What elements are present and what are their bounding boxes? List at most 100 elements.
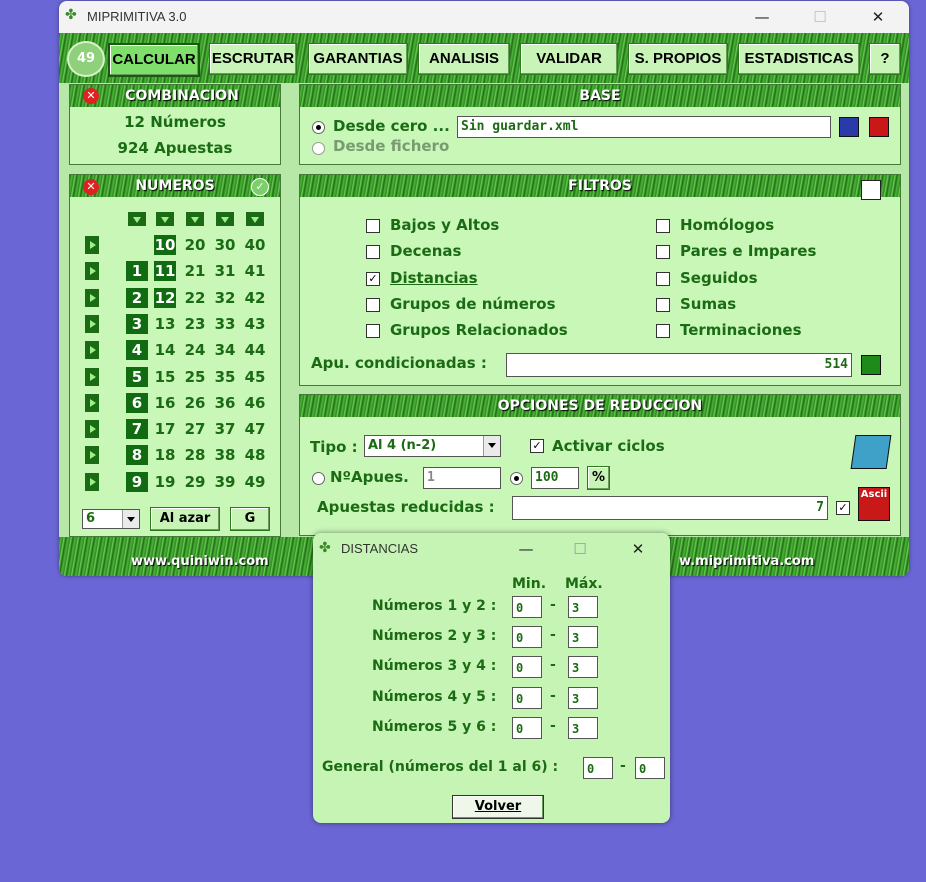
nav-validar[interactable]: VALIDAR <box>520 43 618 75</box>
number-cell[interactable]: 18 <box>152 445 178 465</box>
clear-combinacion-icon[interactable]: ✕ <box>83 88 99 104</box>
number-cell[interactable]: 12 <box>154 287 176 308</box>
number-cell[interactable]: 28 <box>182 445 208 465</box>
number-cell[interactable]: 26 <box>182 393 208 413</box>
distancia-min-input[interactable]: 0 <box>512 686 542 709</box>
filtro-checkbox[interactable] <box>656 297 670 312</box>
number-cell[interactable]: 46 <box>242 393 268 413</box>
number-cell[interactable]: 2 <box>126 287 148 308</box>
column-select-icon[interactable] <box>186 212 204 226</box>
number-cell[interactable]: 29 <box>182 472 208 492</box>
clear-numeros-icon[interactable]: ✕ <box>83 179 99 195</box>
distancia-max-input[interactable]: 3 <box>568 596 598 618</box>
save-disk-icon[interactable] <box>839 117 859 137</box>
row-select-icon[interactable] <box>85 472 99 491</box>
row-select-icon[interactable] <box>85 236 99 254</box>
number-cell[interactable]: 9 <box>126 471 148 492</box>
number-cell[interactable]: 21 <box>182 261 208 281</box>
nav-estadisticas[interactable]: ESTADISTICAS <box>738 43 860 75</box>
napues-input[interactable]: 1 <box>423 467 501 489</box>
number-cell[interactable]: 43 <box>242 314 268 334</box>
number-cell[interactable]: 39 <box>212 472 238 492</box>
number-cell[interactable]: 5 <box>126 366 148 387</box>
distancia-max-input[interactable]: 3 <box>568 626 598 649</box>
filtro-checkbox[interactable] <box>656 245 670 260</box>
row-select-icon[interactable] <box>85 341 99 360</box>
filtro-checkbox[interactable] <box>366 324 380 339</box>
number-cell[interactable]: 44 <box>242 340 268 360</box>
distancia-min-input[interactable]: 0 <box>512 716 542 739</box>
number-cell[interactable]: 11 <box>154 261 176 282</box>
number-cell[interactable]: 40 <box>242 235 268 255</box>
number-cell[interactable]: 31 <box>212 261 238 281</box>
volver-button[interactable]: Volver <box>452 795 544 819</box>
miprimitiva-link[interactable]: w.miprimitiva.com <box>679 554 814 569</box>
nav-calcular[interactable]: CALCULAR <box>108 43 200 77</box>
number-cell[interactable]: 37 <box>212 419 238 439</box>
dialog-close-button[interactable]: ✕ <box>615 533 661 565</box>
quiniwin-link[interactable]: www.quiniwin.com <box>131 554 269 569</box>
number-cell[interactable]: 45 <box>242 367 268 387</box>
number-cell[interactable]: 34 <box>212 340 238 360</box>
activar-ciclos-checkbox[interactable]: ✓ <box>530 439 544 453</box>
filtro-label[interactable]: Terminaciones <box>680 321 802 339</box>
filtro-label[interactable]: Decenas <box>390 242 461 260</box>
number-cell[interactable]: 35 <box>212 367 238 387</box>
number-cell[interactable]: 42 <box>242 288 268 308</box>
minimize-button[interactable]: — <box>739 1 785 33</box>
number-cell[interactable]: 47 <box>242 419 268 439</box>
notepad-icon[interactable] <box>850 435 892 469</box>
number-cell[interactable]: 15 <box>152 367 178 387</box>
filtro-checkbox[interactable] <box>366 245 380 260</box>
nav-garantias[interactable]: GARANTIAS <box>308 43 408 75</box>
column-select-icon[interactable] <box>246 212 264 226</box>
number-cell[interactable]: 19 <box>152 472 178 492</box>
number-cell[interactable]: 14 <box>152 340 178 360</box>
filtro-label[interactable]: Grupos de números <box>390 295 556 313</box>
filtro-checkbox[interactable]: ✓ <box>366 271 380 286</box>
select-all-check-icon[interactable]: ✓ <box>251 178 269 196</box>
reducidas-checkbox[interactable]: ✓ <box>836 501 850 515</box>
percent-button[interactable]: % <box>587 466 610 490</box>
number-cell[interactable]: 49 <box>242 472 268 492</box>
number-cell[interactable]: 25 <box>182 367 208 387</box>
number-cell[interactable]: 17 <box>152 419 178 439</box>
desde-cero-radio[interactable] <box>312 121 325 134</box>
filtro-label[interactable]: Homólogos <box>680 216 774 234</box>
number-cell[interactable]: 32 <box>212 288 238 308</box>
number-cell[interactable]: 22 <box>182 288 208 308</box>
number-cell[interactable]: 24 <box>182 340 208 360</box>
nav-help[interactable]: ? <box>869 43 901 75</box>
number-cell[interactable]: 13 <box>152 314 178 334</box>
general-max-input[interactable]: 0 <box>635 757 665 779</box>
number-cell[interactable]: 6 <box>126 392 148 413</box>
number-cell[interactable]: 4 <box>126 340 148 361</box>
filtro-checkbox[interactable] <box>656 271 670 286</box>
filtro-checkbox[interactable] <box>656 324 670 339</box>
number-cell[interactable]: 33 <box>212 314 238 334</box>
row-select-icon[interactable] <box>85 314 99 333</box>
filtro-checkbox[interactable] <box>366 297 380 312</box>
filtro-label[interactable]: Pares e Impares <box>680 242 816 260</box>
number-cell[interactable]: 7 <box>126 419 148 440</box>
distancia-max-input[interactable]: 3 <box>568 686 598 709</box>
number-cell[interactable]: 30 <box>212 235 238 255</box>
number-cell[interactable]: 16 <box>152 393 178 413</box>
row-select-icon[interactable] <box>85 262 99 281</box>
filtro-checkbox[interactable] <box>656 219 670 233</box>
nav-escrutar[interactable]: ESCRUTAR <box>209 43 297 75</box>
row-select-icon[interactable] <box>85 393 99 412</box>
napues-radio[interactable] <box>312 472 325 485</box>
general-min-input[interactable]: 0 <box>583 757 613 779</box>
number-cell[interactable]: 10 <box>154 235 176 255</box>
nav-analisis[interactable]: ANALISIS <box>418 43 510 75</box>
filtro-checkbox[interactable] <box>366 219 380 233</box>
filtro-label[interactable]: Distancias <box>390 269 478 287</box>
number-cell[interactable]: 38 <box>212 445 238 465</box>
count-select[interactable]: 6 <box>82 509 140 529</box>
filtro-label[interactable]: Grupos Relacionados <box>390 321 568 339</box>
maximize-button[interactable]: ☐ <box>797 1 843 33</box>
distancia-min-input[interactable]: 0 <box>512 626 542 649</box>
column-select-icon[interactable] <box>156 212 174 226</box>
row-select-icon[interactable] <box>85 446 99 465</box>
